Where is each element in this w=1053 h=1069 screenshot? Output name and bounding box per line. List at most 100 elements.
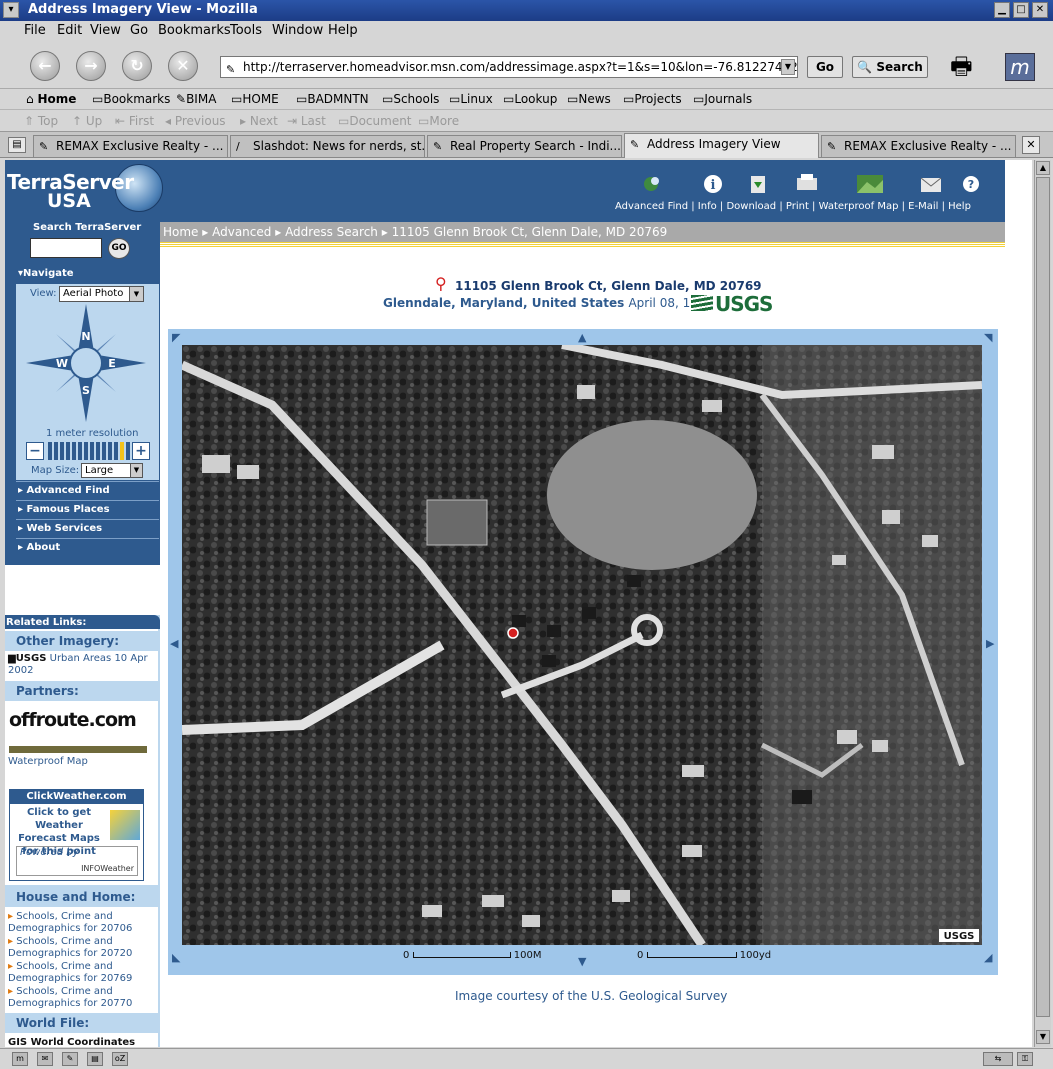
pan-southeast-icon[interactable]: ◢	[984, 951, 992, 964]
schools-link[interactable]: ▭Schools	[382, 92, 439, 106]
sidebar-item-web-services[interactable]: ▸ Web Services	[16, 519, 159, 537]
linux-link[interactable]: ▭Linux	[449, 92, 493, 106]
scroll-down-icon[interactable]: ▼	[1036, 1030, 1050, 1044]
scroll-thumb[interactable]	[1036, 177, 1050, 1017]
tab-address-imagery[interactable]: ✎ Address Imagery View	[624, 133, 819, 158]
projects-link[interactable]: ▭Projects	[623, 92, 682, 106]
aerial-photo[interactable]: USGS	[182, 345, 982, 945]
online-status-icon[interactable]: ⇆	[983, 1052, 1013, 1066]
menu-edit[interactable]: Edit	[57, 23, 82, 38]
menu-help[interactable]: Help	[328, 23, 358, 38]
sidebar-item-about[interactable]: ▸ About	[16, 538, 159, 556]
zoom-tick[interactable]	[48, 442, 52, 460]
menu-file[interactable]: File	[24, 23, 46, 38]
close-window-button[interactable]: ✕	[1032, 2, 1048, 18]
nav-document[interactable]: ▭Document	[338, 114, 412, 128]
page-scrollbar[interactable]: ▲ ▼	[1034, 160, 1051, 1047]
schools-link-20769[interactable]: ▸ Schools, Crime and Demographics for 207…	[8, 961, 158, 985]
schools-link-20706[interactable]: ▸ Schools, Crime and Demographics for 207…	[8, 911, 158, 935]
navigate-header[interactable]: ▾Navigate	[15, 265, 159, 283]
usgs-logo[interactable]: USGS	[691, 292, 773, 316]
tab-slashdot[interactable]: / Slashdot: News for nerds, st...	[230, 135, 425, 157]
menu-view[interactable]: View	[90, 23, 121, 38]
menu-bookmarks[interactable]: Bookmarks	[158, 23, 231, 38]
breadcrumb-home[interactable]: Home	[163, 225, 198, 239]
zoom-tick[interactable]	[96, 442, 100, 460]
zoom-in-button[interactable]: +	[132, 442, 150, 460]
addressbook-icon[interactable]: ▤	[87, 1052, 103, 1066]
clickweather-banner[interactable]: ClickWeather.com Click to get Weather Fo…	[9, 789, 144, 881]
home-link[interactable]: ⌂ Home	[26, 92, 76, 106]
url-dropdown-icon[interactable]: ▼	[781, 59, 795, 75]
terraserver-logo[interactable]: TerraServer USA	[7, 164, 163, 212]
menu-tools[interactable]: Tools	[230, 23, 262, 38]
pan-south-icon[interactable]: ▼	[578, 955, 586, 968]
tab-real-property[interactable]: ✎ Real Property Search - Indi...	[427, 135, 622, 157]
zoom-tick[interactable]	[126, 442, 130, 460]
pan-west-icon[interactable]: ◀	[170, 637, 178, 650]
zoom-tick[interactable]	[120, 442, 124, 460]
stop-button[interactable]: ✕	[168, 51, 198, 81]
menu-go[interactable]: Go	[130, 23, 148, 38]
zoom-slider[interactable]: − +	[26, 442, 150, 460]
bima-link[interactable]: ✎BIMA	[176, 92, 216, 106]
journals-link[interactable]: ▭Journals	[693, 92, 752, 106]
zoom-tick[interactable]	[84, 442, 88, 460]
zoom-tick[interactable]	[102, 442, 106, 460]
sidebar-item-advanced-find[interactable]: ▸ Advanced Find	[16, 481, 159, 499]
sidebar-item-famous-places[interactable]: ▸ Famous Places	[16, 500, 159, 518]
menu-window[interactable]: Window	[272, 23, 323, 38]
mail-icon[interactable]: ✉	[37, 1052, 53, 1066]
print-icon[interactable]: 🖶	[950, 49, 973, 90]
forward-button[interactable]: →	[76, 51, 106, 81]
map-size-select[interactable]: Large ▼	[81, 463, 143, 478]
zoom-tick[interactable]	[90, 442, 94, 460]
pan-northeast-icon[interactable]: ◥	[984, 331, 992, 344]
url-field[interactable]: ✎ http://terraserver.homeadvisor.msn.com…	[220, 56, 798, 78]
zoom-tick[interactable]	[60, 442, 64, 460]
reload-button[interactable]: ↻	[122, 51, 152, 81]
usgs-urban-link[interactable]: ▆USGS Urban Areas 10 Apr 2002	[8, 653, 148, 677]
pan-southwest-icon[interactable]: ◣	[172, 951, 180, 964]
gis-world-coordinates[interactable]: GIS World Coordinates	[8, 1037, 135, 1047]
nav-previous[interactable]: ◂ Previous	[165, 114, 226, 128]
mozilla-logo-icon[interactable]: m	[1005, 53, 1035, 81]
close-tab-button[interactable]: ✕	[1022, 136, 1040, 154]
mozilla-icon[interactable]: m	[12, 1052, 28, 1066]
chat-icon[interactable]: oZ	[112, 1052, 128, 1066]
view-select[interactable]: Aerial Photo ▼	[59, 286, 144, 302]
search-button[interactable]: 🔍 Search	[852, 56, 928, 78]
toplink-labels[interactable]: Advanced Find | Info | Download | Print …	[615, 201, 971, 212]
go-button[interactable]: Go	[807, 56, 843, 78]
nav-more[interactable]: ▭More	[418, 114, 459, 128]
breadcrumb-advanced[interactable]: Advanced	[212, 225, 271, 239]
nav-top[interactable]: ⇑ Top	[24, 114, 58, 128]
compass-rose[interactable]: N W E S	[26, 304, 146, 422]
maximize-button[interactable]: □	[1013, 2, 1029, 18]
zoom-tick[interactable]	[66, 442, 70, 460]
minimize-button[interactable]: ▁	[994, 2, 1010, 18]
news-link[interactable]: ▭News	[567, 92, 611, 106]
schools-link-20770[interactable]: ▸ Schools, Crime and Demographics for 207…	[8, 986, 158, 1010]
nav-first[interactable]: ⇤ First	[115, 114, 154, 128]
nav-up[interactable]: ↑ Up	[72, 114, 102, 128]
zoom-tick[interactable]	[108, 442, 112, 460]
back-button[interactable]: ←	[30, 51, 60, 81]
pan-north-icon[interactable]: ▲	[578, 331, 586, 344]
tab-remax-2[interactable]: ✎ REMAX Exclusive Realty - ...	[821, 135, 1016, 157]
breadcrumb-address-search[interactable]: Address Search	[285, 225, 378, 239]
nav-last[interactable]: ⇥ Last	[287, 114, 326, 128]
composer-icon[interactable]: ✎	[62, 1052, 78, 1066]
pan-east-icon[interactable]: ▶	[986, 637, 994, 650]
tab-remax-1[interactable]: ✎ REMAX Exclusive Realty - ...	[33, 135, 228, 157]
pan-northwest-icon[interactable]: ◤	[172, 331, 180, 344]
zoom-tick[interactable]	[54, 442, 58, 460]
window-menu-icon[interactable]: ▾	[3, 2, 19, 18]
search-go-button[interactable]: GO	[108, 238, 130, 259]
badmntn-link[interactable]: ▭BADMNTN	[296, 92, 369, 106]
zoom-tick[interactable]	[78, 442, 82, 460]
zoom-tick[interactable]	[72, 442, 76, 460]
schools-link-20720[interactable]: ▸ Schools, Crime and Demographics for 207…	[8, 936, 158, 960]
nav-next[interactable]: ▸ Next	[240, 114, 278, 128]
waterproof-map-link[interactable]: Waterproof Map	[8, 756, 88, 768]
